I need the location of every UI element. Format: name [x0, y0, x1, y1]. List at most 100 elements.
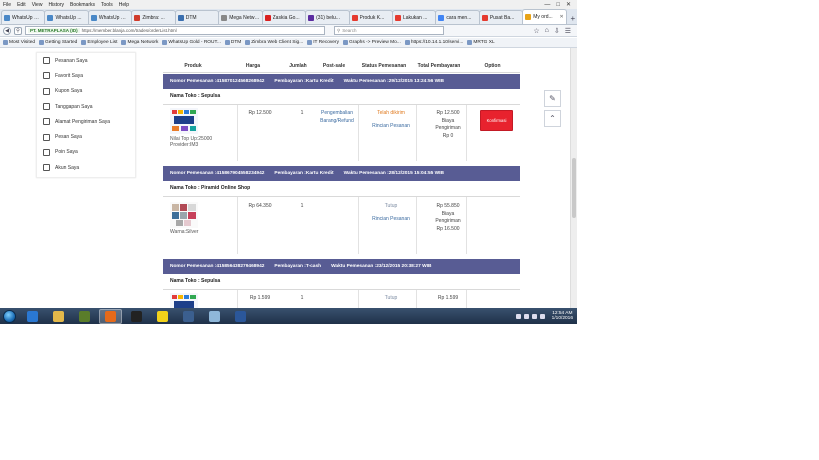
taskbar-app[interactable] — [229, 309, 252, 324]
order-payment: Pembayaran :Kartu Kredit — [274, 171, 334, 176]
sidebar-item[interactable]: Kupon Saya — [37, 84, 135, 99]
order-payment: Pembayaran :T-cash — [274, 264, 322, 269]
taskbar-app[interactable] — [99, 308, 122, 324]
browser-tab[interactable]: Lakukan ... — [391, 10, 437, 24]
bookmark-item[interactable]: Most Visited — [3, 40, 35, 45]
scrollbar-thumb[interactable] — [572, 158, 576, 218]
tray-flag-icon[interactable] — [515, 313, 521, 319]
taskbar-app[interactable] — [177, 309, 200, 324]
menu-history[interactable]: History — [48, 2, 64, 8]
sidebar-item[interactable]: Tanggapan Saya — [37, 99, 135, 114]
taskbar-app[interactable] — [125, 309, 148, 324]
start-button[interactable] — [0, 308, 18, 324]
product-thumbnail[interactable] — [170, 108, 198, 134]
menu-bar: File Edit View History Bookmarks Tools H… — [0, 0, 577, 9]
tab-close-icon[interactable]: ✕ — [559, 14, 563, 20]
sidebar-item[interactable]: Pesanan Saya — [37, 53, 135, 68]
confirm-button[interactable]: Konfirmasi — [480, 110, 513, 131]
sidebar-item-label: Poin Saya — [55, 149, 78, 156]
site-identity[interactable]: PT. METRAPLASA (ID) — [28, 28, 80, 33]
tray-volume-icon[interactable] — [531, 313, 537, 319]
bookmark-icon — [342, 40, 348, 45]
refund-link[interactable]: Pengembalian Barang/Refund — [314, 110, 360, 125]
tab-label: WhatsUp ... — [55, 14, 82, 21]
sidebar-item[interactable]: Favorit Saya — [37, 68, 135, 83]
taskbar-app[interactable] — [151, 309, 174, 324]
browser-tab[interactable]: Zimbra: ... — [131, 10, 176, 24]
bookmark-label: Zimbra Web Client Sig... — [251, 40, 304, 45]
menu-view[interactable]: View — [32, 2, 43, 8]
browser-tab[interactable]: Pusat Ba... — [478, 10, 524, 24]
search-icon: ⚲ — [337, 27, 341, 33]
tab-label: (31) belu... — [316, 14, 340, 21]
bookmark-item[interactable]: https://10.14.1.10/servi... — [404, 40, 463, 45]
tab-bar: WhatsUp Gold... WhatsUp ... WhatsUp Gol...… — [0, 9, 577, 25]
browser-tab[interactable]: Zaskia Go... — [261, 10, 307, 24]
browser-tab[interactable]: WhatsUp Gol... — [87, 10, 133, 24]
browser-tab[interactable]: DTM — [174, 10, 220, 24]
order-number: Nomor Pemesanan :415856438279468942 — [170, 264, 265, 269]
floating-edit-button[interactable]: ✎ — [544, 90, 561, 107]
taskbar-app[interactable] — [203, 309, 226, 324]
maximize-icon[interactable]: □ — [556, 2, 560, 8]
bookmark-item[interactable]: Employee List — [81, 40, 117, 45]
menu-edit[interactable]: Edit — [17, 2, 26, 8]
taskbar-app[interactable] — [73, 309, 96, 324]
close-icon[interactable]: ✕ — [566, 1, 571, 8]
browser-tab[interactable]: Mega Network — [218, 10, 263, 24]
browser-tab[interactable]: My ord... ✕ — [522, 9, 567, 24]
key-icon[interactable]: ⚲ — [14, 26, 22, 35]
product-thumbnail[interactable] — [170, 202, 198, 228]
divider — [466, 290, 467, 308]
browser-tab[interactable]: WhatsUp ... — [44, 10, 89, 24]
back-icon[interactable]: ◀ — [3, 26, 11, 35]
minimize-icon[interactable]: — — [544, 2, 550, 8]
bookmark-item[interactable]: Getting Started — [39, 40, 77, 45]
url-text[interactable]: https://member.blanja.com/trades/orderLi… — [82, 28, 177, 33]
taskbar-app[interactable] — [47, 309, 70, 324]
truck-icon — [43, 118, 50, 126]
new-tab-button[interactable]: + — [569, 12, 577, 24]
bookmark-item[interactable]: Zimbra Web Client Sig... — [245, 40, 303, 45]
bookmark-label: DTM — [230, 40, 242, 45]
browser-tab[interactable]: Produk K... — [348, 10, 393, 24]
header-total: Total Pembayaran — [417, 63, 461, 69]
sidebar-item[interactable]: Pesan Saya — [37, 129, 135, 144]
bookmark-item[interactable]: Graphs -> Preview Mo... — [342, 40, 401, 45]
bookmark-star-icon[interactable]: ☆ — [533, 27, 539, 35]
browser-tab[interactable]: cara men... — [435, 10, 480, 24]
sidebar-item[interactable]: Poin Saya — [37, 145, 135, 160]
app-chart-icon — [183, 310, 194, 322]
clock[interactable]: 12:54 AM 1/10/2016 — [552, 311, 573, 322]
menu-file[interactable]: File — [3, 2, 11, 8]
chat-icon — [43, 103, 50, 111]
browser-tab[interactable]: WhatsUp Gold... — [1, 10, 46, 24]
page-scrollbar[interactable] — [570, 48, 577, 308]
menu-icon[interactable]: ☰ — [565, 27, 571, 35]
download-icon[interactable]: ⇩ — [554, 27, 560, 35]
scroll-top-button[interactable]: ⌃ — [544, 110, 561, 127]
bookmark-item[interactable]: DTM — [224, 40, 242, 45]
bookmark-item[interactable]: MRTG XL — [467, 40, 495, 45]
home-icon[interactable]: ⌂ — [545, 27, 549, 35]
menu-tools[interactable]: Tools — [101, 2, 113, 8]
order-time: Waktu Pemesanan :23/12/2015 20:38:27 WIB — [331, 264, 432, 269]
browser-tab[interactable]: (31) belu... — [305, 10, 350, 24]
bookmark-item[interactable]: IT Recovery — [307, 40, 339, 45]
bookmark-item[interactable]: Mega Network — [121, 40, 158, 45]
product-thumbnail[interactable] — [170, 293, 198, 308]
order-details-link[interactable]: Rincian Pesanan — [364, 123, 418, 131]
search-input[interactable]: ⚲ Search — [334, 26, 444, 35]
bookmark-icon — [307, 40, 313, 45]
price: Rp 64.350 — [248, 203, 272, 209]
tray-power-icon[interactable] — [539, 313, 545, 319]
bookmark-item[interactable]: WhatsUp Gold - ROUT... — [162, 40, 221, 45]
order-details-link[interactable]: Rincian Pesanan — [364, 216, 418, 224]
menu-bookmarks[interactable]: Bookmarks — [70, 2, 95, 8]
url-bar[interactable]: PT. METRAPLASA (ID) https://member.blanj… — [25, 26, 325, 35]
tray-network-icon[interactable] — [523, 313, 529, 319]
menu-help[interactable]: Help — [119, 2, 129, 8]
taskbar-app[interactable] — [21, 309, 44, 324]
sidebar-item[interactable]: Alamat Pengiriman Saya — [37, 114, 135, 129]
sidebar-item[interactable]: Akun Saya — [37, 160, 135, 175]
